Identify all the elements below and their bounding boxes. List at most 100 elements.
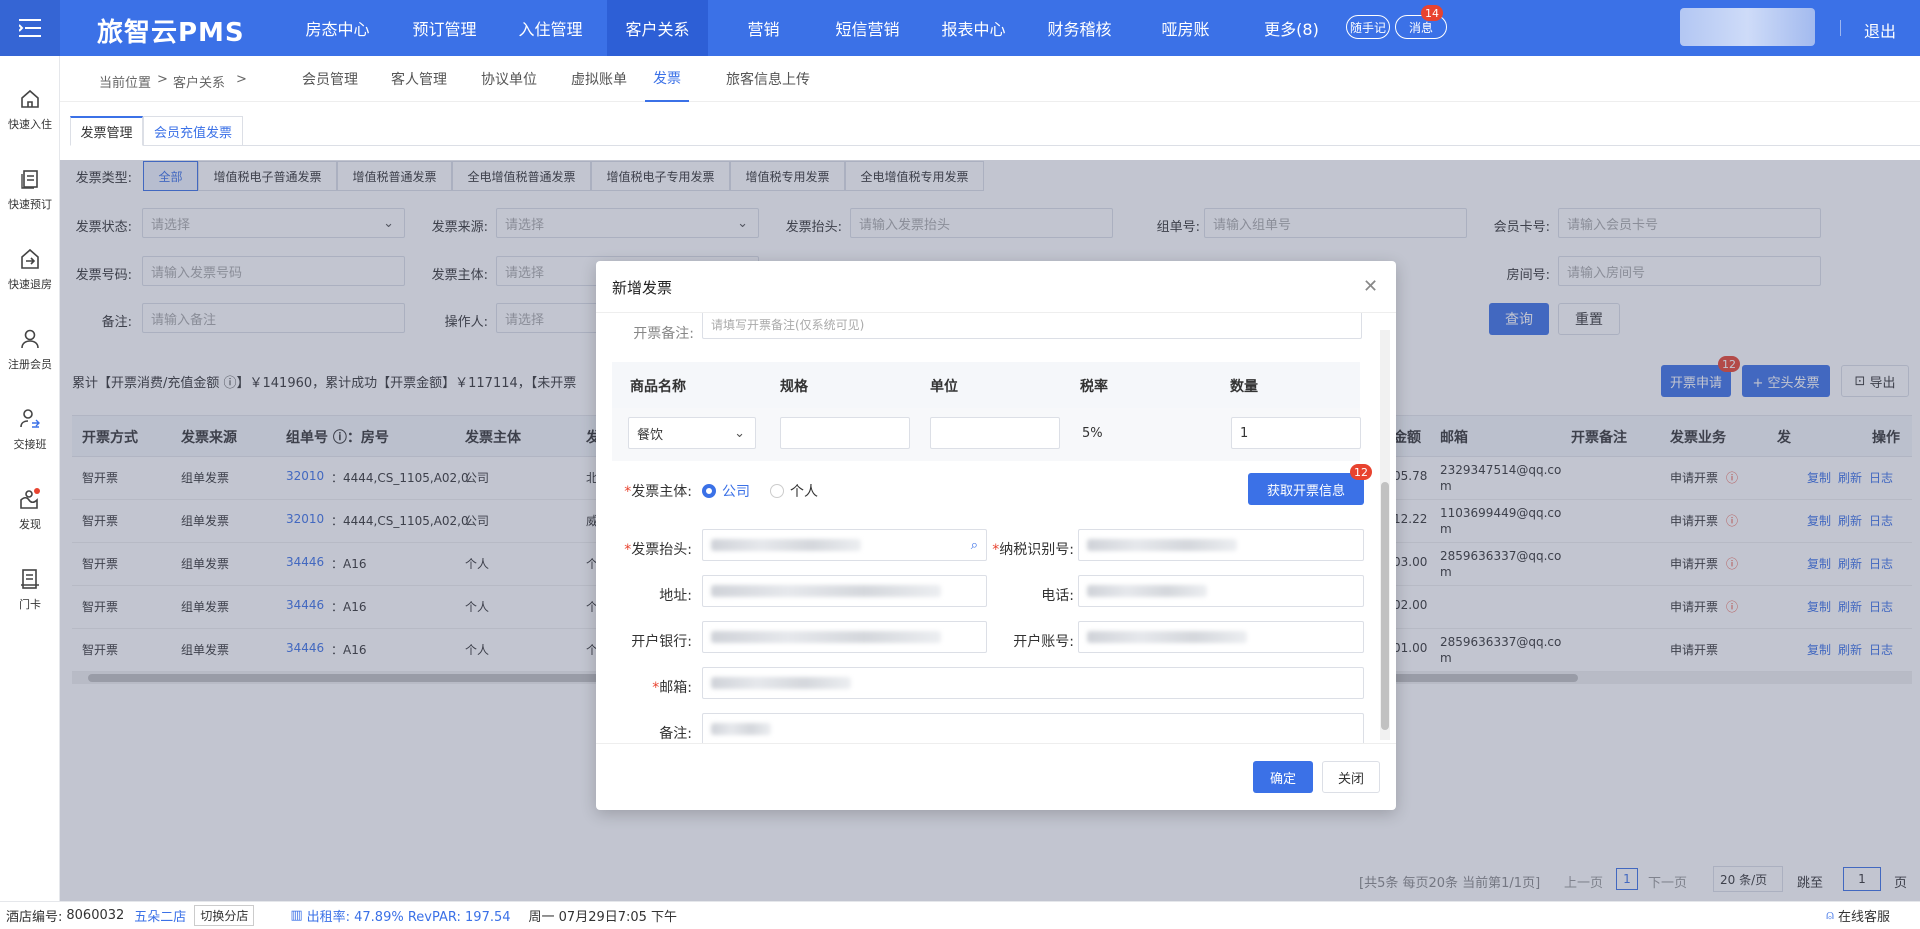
radio-checked-icon xyxy=(702,484,716,498)
breadcrumb-section: 客户关系 xyxy=(173,76,226,91)
sidebar-item-label: 快速预订 xyxy=(8,198,52,211)
sidebar-item-quick-reservation[interactable]: 快速预订 xyxy=(0,155,60,225)
goods-name-select[interactable]: 餐饮 ⌄ xyxy=(628,417,756,449)
breadcrumb-separator: > xyxy=(157,72,168,87)
nav-more[interactable]: 更多(8) xyxy=(1244,0,1339,56)
nav-dummy-account[interactable]: 哑房账 xyxy=(1138,0,1233,56)
dialog-body: 开票备注: 请填写开票备注(仅系统可见) 商品名称 规格 单位 税率 数量 餐饮… xyxy=(596,313,1376,743)
nav-reports[interactable]: 报表中心 xyxy=(926,0,1021,56)
sidebar-item-label: 门卡 xyxy=(19,598,41,611)
redacted-text xyxy=(711,631,941,643)
subtab-virtual-bill[interactable]: 虚拟账单 xyxy=(571,56,627,102)
address-field[interactable] xyxy=(702,575,987,607)
user-info[interactable] xyxy=(1680,8,1815,46)
search-icon[interactable]: ⌕ xyxy=(971,538,978,553)
sidebar-item-label: 发现 xyxy=(19,518,41,531)
redacted-text xyxy=(711,539,861,551)
redacted-text xyxy=(1087,539,1237,551)
hotel-number: 8060032 xyxy=(66,908,125,923)
phone-label: 电话: xyxy=(1041,588,1074,604)
account-label: 开户账号: xyxy=(1013,634,1074,650)
tab-member-recharge-invoice[interactable]: 会员充值发票 xyxy=(143,116,243,146)
switch-branch-button[interactable]: 切换分店 xyxy=(194,905,255,926)
subtab-member-management[interactable]: 会员管理 xyxy=(302,56,358,102)
chart-icon: ▥ xyxy=(290,908,303,923)
user-plus-icon xyxy=(21,329,39,349)
redacted-text xyxy=(711,677,851,689)
branch-name[interactable]: 五朵二店 xyxy=(134,906,186,925)
goods-header-qty: 数量 xyxy=(1230,379,1258,395)
bank-label: 开户银行: xyxy=(631,634,692,650)
notes-button[interactable]: 随手记 xyxy=(1346,15,1390,39)
tax-id-field[interactable] xyxy=(1078,529,1364,561)
goods-spec-input[interactable] xyxy=(780,417,910,449)
nav-customer-relations[interactable]: 客户关系 xyxy=(607,0,708,56)
address-label: 地址: xyxy=(659,588,692,604)
logout-link[interactable]: 退出 xyxy=(1864,18,1896,42)
email-field[interactable] xyxy=(702,667,1364,699)
nav-checkin[interactable]: 入住管理 xyxy=(503,0,598,56)
nav-sms-marketing[interactable]: 短信营销 xyxy=(820,0,915,56)
subtab-traveler-upload[interactable]: 旅客信息上传 xyxy=(726,56,810,102)
email-label: *邮箱: xyxy=(652,680,692,696)
subtab-agreement-units[interactable]: 协议单位 xyxy=(481,56,537,102)
goods-tax-rate: 5% xyxy=(1082,426,1103,441)
bank-field[interactable] xyxy=(702,621,987,653)
divider xyxy=(1840,20,1841,36)
nav-reservation[interactable]: 预订管理 xyxy=(397,0,492,56)
sidebar-item-quick-checkin[interactable]: 快速入住 xyxy=(0,75,60,145)
subtab-guest-management[interactable]: 客人管理 xyxy=(391,56,447,102)
menu-icon xyxy=(19,19,41,37)
breadcrumb-current: 当前位置 xyxy=(99,76,152,91)
subject-person-radio[interactable]: 个人 xyxy=(770,481,818,501)
redacted-text xyxy=(711,585,941,597)
remark-field[interactable] xyxy=(702,713,1364,743)
goods-header-spec: 规格 xyxy=(780,379,808,395)
fetch-count-badge: 12 xyxy=(1350,464,1372,480)
sidebar-item-label: 快速入住 xyxy=(8,118,52,131)
close-button[interactable]: 关闭 xyxy=(1322,761,1380,793)
account-field[interactable] xyxy=(1078,621,1364,653)
remark-label: 备注: xyxy=(659,726,692,742)
tab-invoice-management[interactable]: 发票管理 xyxy=(70,116,143,146)
tab-divider xyxy=(243,145,1920,146)
nav-marketing[interactable]: 营销 xyxy=(716,0,811,56)
sidebar-item-shift-handover[interactable]: 交接班 xyxy=(0,395,60,465)
goods-header-name: 商品名称 xyxy=(630,379,686,395)
nav-room-status[interactable]: 房态中心 xyxy=(290,0,385,56)
fetch-invoice-info-button[interactable]: 获取开票信息 xyxy=(1248,473,1364,505)
subject-person-label: 个人 xyxy=(790,484,818,500)
occupancy-stats: 出租率: 47.89% RevPAR: 197.54 xyxy=(306,910,511,925)
goods-unit-input[interactable] xyxy=(930,417,1060,449)
sidebar-item-label: 快速退房 xyxy=(8,278,52,291)
sidebar-item-discover[interactable]: 发现 xyxy=(0,475,60,545)
dialog-scrollbar-thumb[interactable] xyxy=(1381,482,1389,730)
invoice-title-label: *发票抬头: xyxy=(624,542,692,558)
goods-quantity-input[interactable]: 1 xyxy=(1231,417,1361,449)
confirm-button[interactable]: 确定 xyxy=(1253,761,1313,793)
goods-name-value: 餐饮 xyxy=(637,427,664,443)
sidebar-item-quick-checkout[interactable]: 快速退房 xyxy=(0,235,60,305)
sidebar-item-room-card[interactable]: 门卡 xyxy=(0,555,60,625)
home-icon xyxy=(21,89,39,108)
phone-field[interactable] xyxy=(1078,575,1364,607)
checkout-icon xyxy=(21,248,39,269)
top-remark-input[interactable]: 请填写开票备注(仅系统可见) xyxy=(702,313,1362,339)
redacted-text xyxy=(1087,631,1247,643)
subject-company-label: 公司 xyxy=(722,484,750,500)
online-support-link[interactable]: 在线客服 xyxy=(1838,906,1890,925)
nav-finance-audit[interactable]: 财务稽核 xyxy=(1032,0,1127,56)
dialog-footer-divider xyxy=(596,743,1396,744)
invoice-title-field[interactable]: ⌕ xyxy=(702,529,987,561)
sidebar-item-register-member[interactable]: 注册会员 xyxy=(0,315,60,385)
redacted-text xyxy=(711,723,771,735)
subtab-invoice[interactable]: 发票 xyxy=(645,56,689,102)
discover-icon xyxy=(20,488,40,509)
top-remark-label: 开票备注: xyxy=(633,326,694,342)
subject-label: *发票主体: xyxy=(624,484,692,500)
goods-header-rate: 税率 xyxy=(1080,379,1108,395)
close-icon[interactable]: ✕ xyxy=(1363,276,1378,297)
menu-toggle-button[interactable] xyxy=(0,0,60,56)
subject-company-radio[interactable]: 公司 xyxy=(702,481,750,501)
support-icon: ⍝ xyxy=(1826,908,1834,923)
